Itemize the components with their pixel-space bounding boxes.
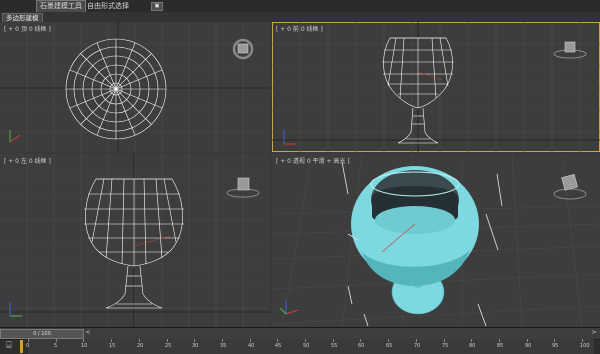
- viewport-front[interactable]: [ + 0 前 0 线框 ]: [272, 22, 600, 152]
- viewport-label-top[interactable]: [ + 0 顶 0 线框 ]: [4, 24, 51, 33]
- ruler-tick: [277, 339, 278, 342]
- ruler-label: 95: [552, 343, 559, 349]
- viewport-label-left[interactable]: [ + 0 左 0 线框 ]: [4, 156, 51, 165]
- ruler-label: 65: [386, 343, 393, 349]
- viewport-top[interactable]: [ + 0 顶 0 线框 ]: [0, 22, 270, 152]
- time-prev-button[interactable]: <: [84, 329, 92, 337]
- ruler-tick: [111, 339, 112, 342]
- viewport-perspective[interactable]: [ + 0 透视 0 平滑 + 高光 ]: [272, 154, 600, 327]
- ruler-tick: [416, 339, 417, 342]
- viewcube-perspective: [553, 174, 587, 200]
- ruler-label: 45: [275, 343, 282, 349]
- ruler-tick: [83, 339, 84, 342]
- ruler-label: 50: [303, 343, 310, 349]
- grid-front: [272, 22, 600, 152]
- track-ruler[interactable]: 0 5 10 15 20 25 30 35 40 45 50 55 60 65 70 75 80 85 90 95 10…: [26, 339, 594, 354]
- ruler-tick: [527, 339, 528, 342]
- axis-gizmo-left: [9, 302, 22, 317]
- ruler-tick: [194, 339, 195, 342]
- ruler-tick: [250, 339, 251, 342]
- ruler-tick: [28, 339, 29, 342]
- ruler-label: 55: [331, 343, 338, 349]
- goblet-top-wireframe: [65, 38, 167, 140]
- ribbon-panel-bar: 多边形建模: [0, 12, 600, 23]
- ruler-tick: [167, 339, 168, 342]
- ruler-label: 90: [525, 343, 532, 349]
- ruler-tick: [388, 339, 389, 342]
- ruler-label: 100: [580, 343, 590, 349]
- ruler-label: 75: [442, 343, 449, 349]
- tab-graphite-modeling[interactable]: 石墨建模工具: [36, 0, 86, 12]
- ruler-tick: [471, 339, 472, 342]
- ruler-label: 40: [248, 343, 255, 349]
- ruler-label: 30: [192, 343, 199, 349]
- ruler-tick: [554, 339, 555, 342]
- ruler-label: 20: [137, 343, 144, 349]
- ruler-label: 15: [109, 343, 116, 349]
- current-frame-marker[interactable]: [20, 340, 23, 353]
- ruler-tick: [360, 339, 361, 342]
- timeline: 0 / 100 < > ⌸ 0 5 10 15 20 25 30 35 40 45 50 55 60 65…: [0, 327, 600, 354]
- ruler-tick: [333, 339, 334, 342]
- ruler-tick: [444, 339, 445, 342]
- viewport-left[interactable]: [ + 0 左 0 线框 ]: [0, 154, 270, 327]
- goblet-perspective-model: [351, 166, 479, 315]
- ruler-tick: [139, 339, 140, 342]
- ruler-tick: [305, 339, 306, 342]
- tab-selection[interactable]: 选择: [112, 1, 132, 11]
- time-next-button[interactable]: >: [590, 329, 598, 337]
- ruler-label: 35: [220, 343, 227, 349]
- ruler-label: 70: [414, 343, 421, 349]
- ruler-label: 5: [54, 343, 58, 349]
- grid-left: [0, 154, 270, 327]
- ruler-label: 80: [469, 343, 476, 349]
- ruler-label: 0: [26, 343, 30, 349]
- axis-gizmo-perspective: [279, 300, 299, 315]
- viewport-label-front[interactable]: [ + 0 前 0 线框 ]: [276, 24, 323, 33]
- viewport-label-perspective[interactable]: [ + 0 透视 0 平滑 + 高光 ]: [276, 156, 350, 165]
- ruler-label: 10: [81, 343, 88, 349]
- ruler-tick: [499, 339, 500, 342]
- ruler-label: 85: [497, 343, 504, 349]
- ribbon-toggle-button[interactable]: ▣: [151, 2, 163, 11]
- ruler-tick: [222, 339, 223, 342]
- key-filter-icon[interactable]: ⌸: [3, 340, 15, 352]
- grid-top: [0, 22, 270, 152]
- viewcube-front: [553, 41, 587, 59]
- ruler-tick: [582, 339, 583, 342]
- time-slider-thumb[interactable]: 0 / 100: [0, 329, 84, 339]
- ruler-label: 60: [358, 343, 365, 349]
- ruler-label: 25: [165, 343, 172, 349]
- ruler-tick: [56, 339, 57, 342]
